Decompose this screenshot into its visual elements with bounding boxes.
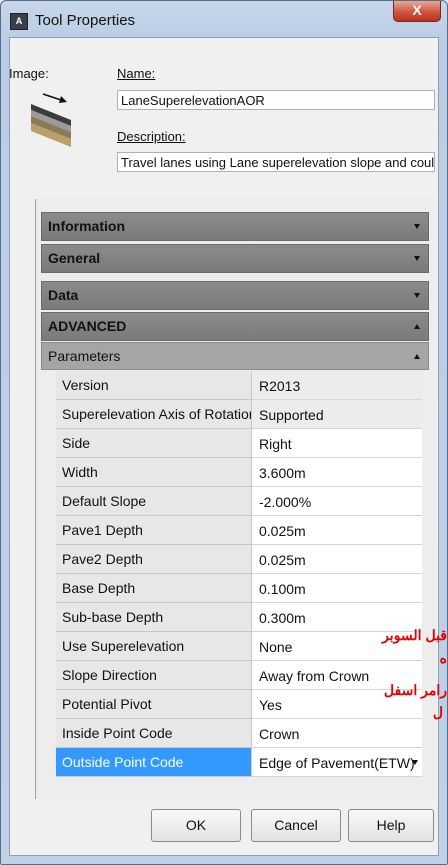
window-title: Tool Properties <box>35 12 136 29</box>
section-data[interactable]: Data <box>41 281 429 310</box>
param-row-version[interactable]: Version R2013 <box>56 371 422 400</box>
param-row-default-slope[interactable]: Default Slope -2.000% <box>56 487 422 516</box>
param-name: Base Depth <box>56 574 252 603</box>
param-value: Edge of Pavement(ETW) <box>259 755 415 771</box>
section-label: Data <box>48 287 79 303</box>
param-name: Use Superelevation <box>56 632 252 661</box>
param-name: Side <box>56 429 252 458</box>
param-value[interactable]: Right <box>252 429 422 458</box>
help-button[interactable]: Help <box>348 809 434 842</box>
param-value[interactable]: 0.100m <box>252 574 422 603</box>
overlay-text-line: ل <box>432 704 443 720</box>
param-row-outside-point-code[interactable]: Outside Point Code Edge of Pavement(ETW) <box>56 748 422 777</box>
name-field[interactable]: LaneSuperelevationAOR <box>117 90 435 110</box>
ok-button[interactable]: OK <box>151 809 241 842</box>
param-value-dropdown[interactable]: Edge of Pavement(ETW) <box>252 748 422 777</box>
arrow-up-icon <box>414 324 420 329</box>
title-bar[interactable]: A Tool Properties X <box>1 1 447 37</box>
lane-tool-image-icon <box>31 93 71 147</box>
param-row-axis-of-rotation[interactable]: Superelevation Axis of Rotation Supporte… <box>56 400 422 429</box>
section-information[interactable]: Information <box>41 212 429 241</box>
description-label: Description: <box>117 129 186 144</box>
param-value: Supported <box>252 400 422 429</box>
param-row-width[interactable]: Width 3.600m <box>56 458 422 487</box>
section-label: ADVANCED <box>48 318 127 334</box>
param-name: Superelevation Axis of Rotation <box>56 400 252 429</box>
param-name: Default Slope <box>56 487 252 516</box>
cancel-button[interactable]: Cancel <box>251 809 341 842</box>
app-icon: A <box>10 13 28 30</box>
param-name: Version <box>56 371 252 400</box>
section-advanced[interactable]: ADVANCED <box>41 312 429 341</box>
param-name: Width <box>56 458 252 487</box>
overlay-text-line: قبل السوبر <box>382 627 447 643</box>
param-row-side[interactable]: Side Right <box>56 429 422 458</box>
param-row-base-depth[interactable]: Base Depth 0.100m <box>56 574 422 603</box>
param-value[interactable]: 0.025m <box>252 545 422 574</box>
param-row-pave2-depth[interactable]: Pave2 Depth 0.025m <box>56 545 422 574</box>
param-value: R2013 <box>252 371 422 400</box>
param-name: Potential Pivot <box>56 690 252 719</box>
overlay-text-line: رامر اسفل <box>383 682 447 698</box>
arabic-annotation-overlay: قبل السوبر ه رامر اسفل ل <box>331 627 447 737</box>
param-value[interactable]: 3.600m <box>252 458 422 487</box>
dropdown-arrow-icon[interactable] <box>412 760 418 765</box>
param-name: Pave2 Depth <box>56 545 252 574</box>
param-row-pave1-depth[interactable]: Pave1 Depth 0.025m <box>56 516 422 545</box>
param-value[interactable]: 0.025m <box>252 516 422 545</box>
section-general[interactable]: General <box>41 244 429 273</box>
close-button[interactable]: X <box>393 1 441 22</box>
arrow-down-icon <box>414 293 420 298</box>
name-label: Name: <box>117 66 156 81</box>
arrow-down-icon <box>414 256 420 261</box>
arrow-down-icon <box>414 224 420 229</box>
parameters-label: Parameters <box>48 348 121 364</box>
param-name: Slope Direction <box>56 661 252 690</box>
section-label: Information <box>48 218 125 234</box>
overlay-text-line: ه <box>439 650 447 666</box>
param-name: Inside Point Code <box>56 719 252 748</box>
param-name: Outside Point Code <box>56 748 252 777</box>
description-field[interactable]: Travel lanes using Lane superelevation s… <box>117 152 435 172</box>
param-name: Pave1 Depth <box>56 516 252 545</box>
parameters-header[interactable]: Parameters <box>41 342 429 370</box>
arrow-up-icon <box>414 354 420 359</box>
tool-properties-window: A Tool Properties X Image: Name: LaneSup… <box>0 0 448 865</box>
param-name: Sub-base Depth <box>56 603 252 632</box>
image-label: Image: <box>9 66 49 81</box>
param-value[interactable]: -2.000% <box>252 487 422 516</box>
section-label: General <box>48 250 101 266</box>
